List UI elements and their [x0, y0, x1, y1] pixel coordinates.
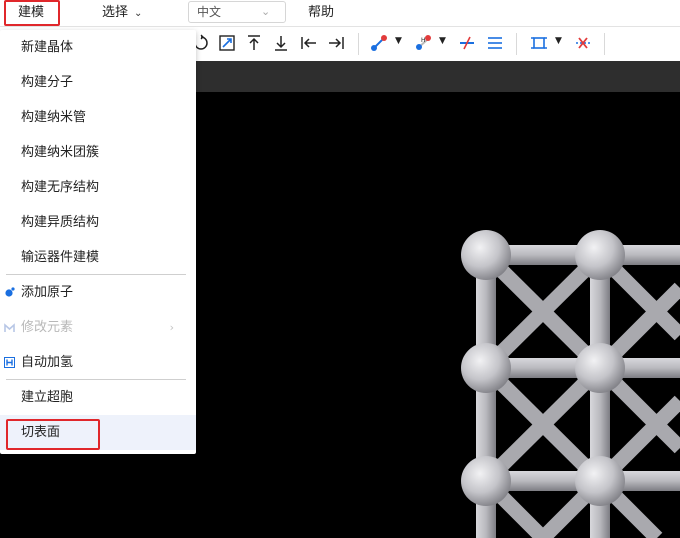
menu-item-label: 修改元素	[21, 320, 74, 335]
toolbar-separator	[358, 33, 359, 55]
bond-length-icon[interactable]: H	[414, 34, 432, 52]
language-value: 中文	[197, 5, 222, 19]
menu-help-label: 帮助	[308, 5, 335, 20]
svg-text:H: H	[421, 37, 426, 44]
delete-bond-icon[interactable]	[458, 34, 476, 52]
menu-item-label: 自动加氢	[21, 355, 74, 370]
menu-item-label: 输运器件建模	[21, 250, 100, 265]
menu-item-label: 添加原子	[21, 285, 74, 300]
language-select[interactable]: 中文 ⌄	[188, 1, 286, 23]
menu-item-label: 构建纳米团簇	[21, 145, 100, 160]
menu-item-add-atom[interactable]: 添加原子	[0, 275, 196, 310]
move-right-icon[interactable]	[327, 34, 345, 52]
toolbar-separator	[604, 33, 605, 55]
menu-item-build-nanotube[interactable]: 构建纳米管	[0, 100, 196, 135]
menu-select[interactable]: 选择 ⌄	[102, 0, 142, 26]
menu-item-build-disordered[interactable]: 构建无序结构	[0, 170, 196, 205]
menu-item-build-molecule[interactable]: 构建分子	[0, 65, 196, 100]
modeling-dropdown-menu: 新建晶体 构建分子 构建纳米管 构建纳米团簇 构建无序结构 构建异质结构 输运器…	[0, 30, 196, 454]
menu-item-modify-element[interactable]: 修改元素 ›	[0, 310, 196, 345]
caret-down-icon[interactable]: ▼	[555, 36, 562, 46]
menu-item-label: 构建分子	[21, 75, 74, 90]
menu-item-transport-device[interactable]: 输运器件建模	[0, 240, 196, 275]
menu-item-label: 构建无序结构	[21, 180, 100, 195]
highlight-outline	[6, 419, 100, 450]
menu-item-label: 构建异质结构	[21, 215, 100, 230]
chevron-down-icon: ⌄	[134, 8, 143, 19]
chevron-down-icon: ⌄	[261, 5, 271, 18]
menu-item-label: 新建晶体	[21, 40, 74, 55]
bond-tool-icon[interactable]	[370, 34, 388, 52]
menu-modeling-label: 建模	[18, 5, 45, 20]
menu-item-label: 建立超胞	[21, 390, 74, 405]
add-atom-icon	[5, 287, 15, 297]
caret-down-icon[interactable]: ▼	[439, 36, 446, 46]
menubar: 建模⌃ 选择 ⌄ 中文 ⌄ 帮助	[0, 0, 680, 41]
caret-down-icon[interactable]: ▼	[395, 36, 402, 46]
modify-element-icon	[4, 323, 15, 332]
menu-select-label: 选择	[102, 5, 129, 20]
menu-help[interactable]: 帮助	[308, 0, 334, 26]
move-down-icon[interactable]	[272, 34, 290, 52]
menu-modeling[interactable]: 建模⌃	[4, 0, 60, 41]
move-up-icon[interactable]	[245, 34, 263, 52]
menu-item-build-heterostructure[interactable]: 构建异质结构	[0, 205, 196, 240]
chevron-right-icon: ›	[169, 321, 174, 334]
menu-item-auto-hydrogen[interactable]: 自动加氢	[0, 345, 196, 380]
menu-item-build-nanocluster[interactable]: 构建纳米团簇	[0, 135, 196, 170]
cell-tool-icon[interactable]	[530, 34, 548, 52]
move-left-icon[interactable]	[300, 34, 318, 52]
hydrogen-icon	[4, 357, 15, 368]
toolbar-separator	[516, 33, 517, 55]
remove-cell-icon[interactable]	[574, 34, 592, 52]
resize-icon[interactable]	[218, 34, 236, 52]
menu-item-new-crystal[interactable]: 新建晶体	[0, 30, 196, 65]
menu-item-label: 构建纳米管	[21, 110, 87, 125]
bond-style-icon[interactable]	[486, 34, 504, 52]
menu-item-build-supercell[interactable]: 建立超胞	[0, 380, 196, 415]
